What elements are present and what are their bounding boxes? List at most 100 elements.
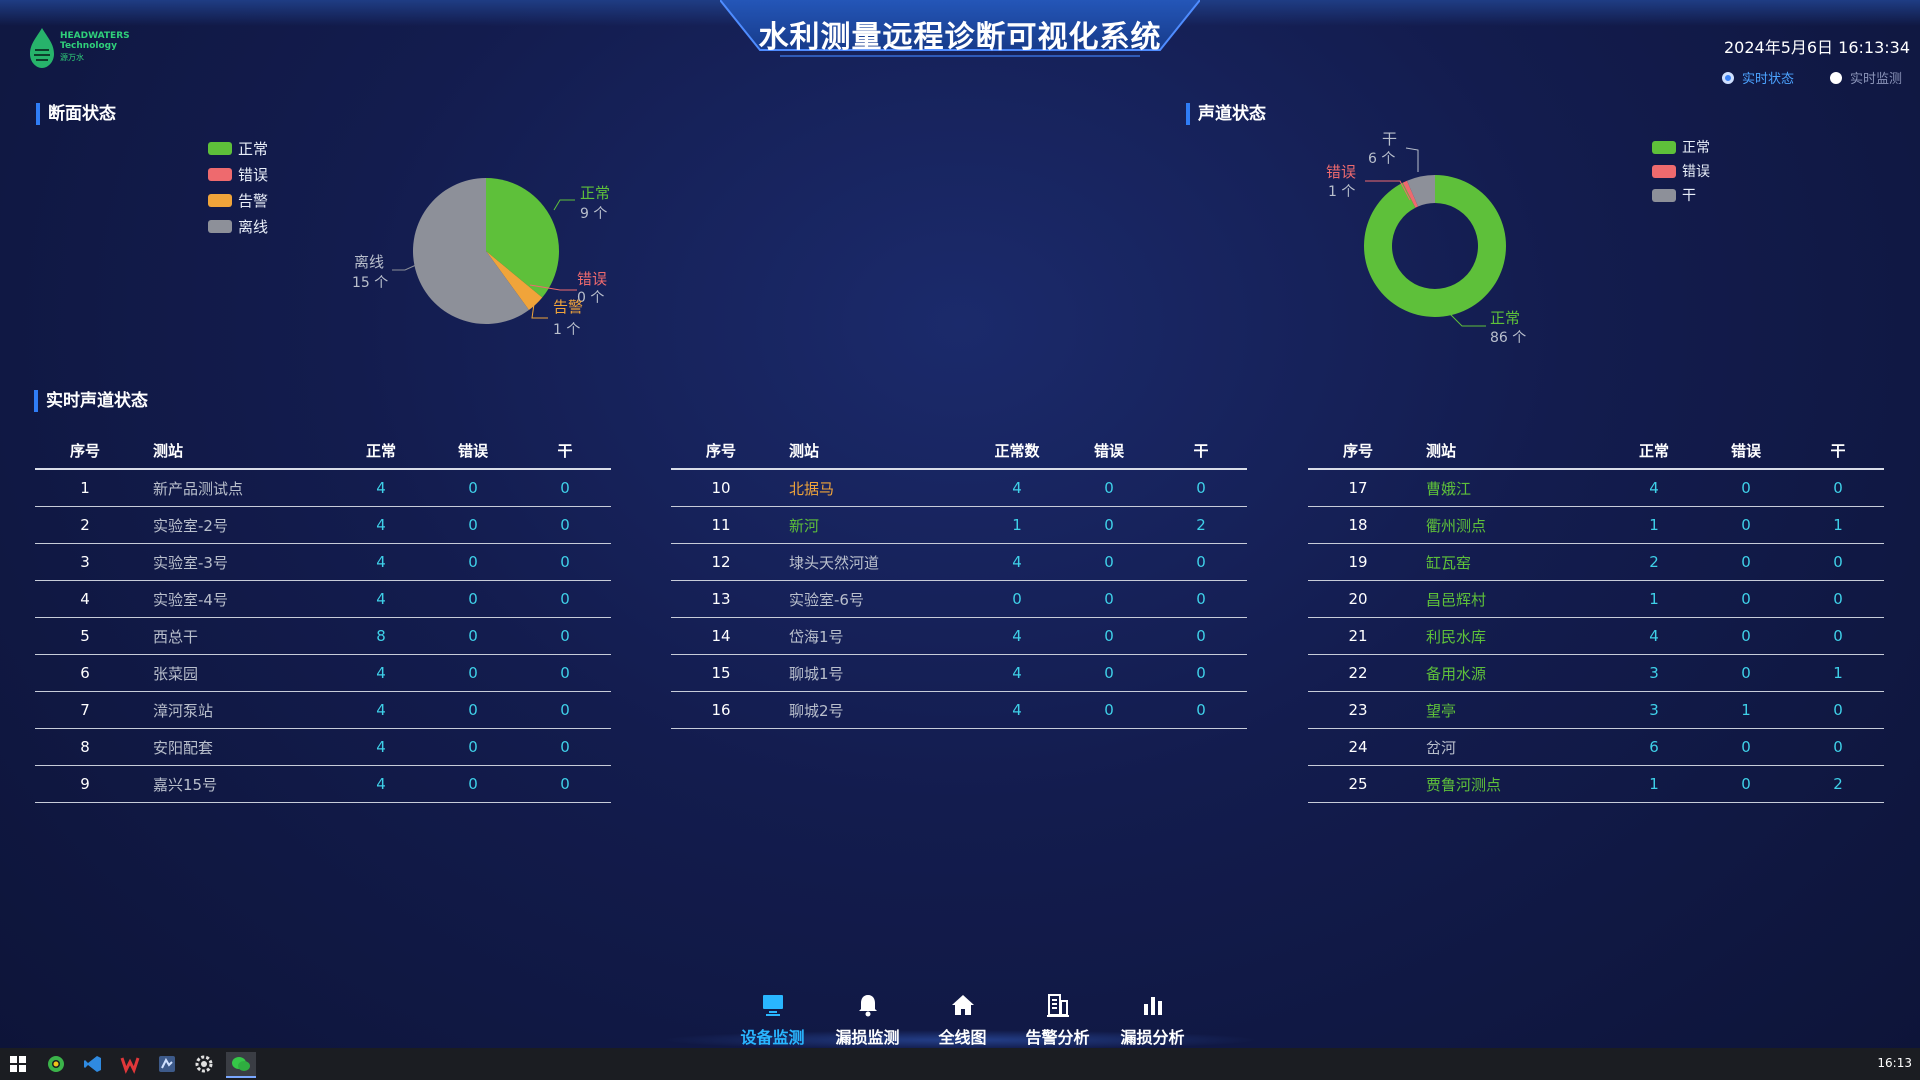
station-name: 埭头天然河道: [771, 543, 971, 581]
dry-count: 0: [1155, 654, 1247, 692]
legend-item[interactable]: 离线: [208, 213, 268, 239]
donut-label-error-count: 1 个: [1328, 184, 1355, 200]
error-count: 0: [1063, 617, 1155, 655]
dry-count: 0: [519, 469, 611, 507]
table-row[interactable]: 19 缸瓦窑 2 0 0: [1308, 543, 1884, 581]
normal-count: 4: [971, 543, 1063, 581]
normal-count: 1: [971, 506, 1063, 544]
table-row[interactable]: 9 嘉兴15号 4 0 0: [35, 765, 611, 803]
normal-count: 4: [335, 728, 427, 766]
table-row[interactable]: 18 衢州测点 1 0 1: [1308, 506, 1884, 544]
row-index: 22: [1308, 654, 1408, 692]
table-row[interactable]: 4 实验室-4号 4 0 0: [35, 580, 611, 618]
table-row[interactable]: 5 西总干 8 0 0: [35, 617, 611, 655]
legend-label: 正常: [238, 139, 269, 158]
bell-icon: [858, 995, 877, 1017]
company-logo: HEADWATERS Technology 源万水: [26, 26, 146, 70]
station-name: 漳河泵站: [135, 691, 335, 729]
table-row[interactable]: 23 望亭 3 1 0: [1308, 691, 1884, 729]
table-row[interactable]: 14 岱海1号 4 0 0: [671, 617, 1247, 655]
table-row[interactable]: 13 实验室-6号 0 0 0: [671, 580, 1247, 618]
station-name: 利民水库: [1408, 617, 1608, 655]
normal-count: 0: [971, 580, 1063, 618]
wps-icon[interactable]: [118, 1052, 142, 1076]
pie-label-warn: 告警: [553, 298, 583, 316]
legend-item[interactable]: 错误: [1652, 159, 1710, 183]
legend-label: 错误: [1682, 164, 1710, 180]
table-row[interactable]: 22 备用水源 3 0 1: [1308, 654, 1884, 692]
vscode-icon[interactable]: [81, 1052, 105, 1076]
table-row[interactable]: 21 利民水库 4 0 0: [1308, 617, 1884, 655]
dry-count: 0: [519, 580, 611, 618]
dry-count: 0: [519, 543, 611, 581]
normal-count: 4: [971, 691, 1063, 729]
normal-count: 4: [971, 654, 1063, 692]
browser-icon[interactable]: [44, 1052, 68, 1076]
wechat-icon[interactable]: [226, 1052, 256, 1078]
table-row[interactable]: 2 实验室-2号 4 0 0: [35, 506, 611, 544]
legend-item[interactable]: 正常: [1652, 135, 1710, 159]
table-row[interactable]: 10 北据马 4 0 0: [671, 469, 1247, 507]
station-name: 嘉兴15号: [135, 765, 335, 803]
windows-start-icon[interactable]: [6, 1052, 30, 1076]
row-index: 12: [671, 543, 771, 581]
radio-realtime-monitor[interactable]: 实时监测: [1829, 68, 1902, 87]
normal-count: 4: [971, 469, 1063, 507]
legend-item[interactable]: 干: [1652, 183, 1710, 207]
dry-count: 2: [1792, 765, 1884, 803]
table-row[interactable]: 16 聊城2号 4 0 0: [671, 691, 1247, 729]
nav-device-monitor[interactable]: 设备监测: [725, 992, 820, 1048]
normal-count: 4: [335, 691, 427, 729]
legend-label: 告警: [238, 191, 269, 210]
table-row[interactable]: 1 新产品测试点 4 0 0: [35, 469, 611, 507]
nav-leak-analysis[interactable]: 漏损分析: [1105, 992, 1200, 1048]
nav-alarm-analysis[interactable]: 告警分析: [1010, 992, 1105, 1048]
table-row[interactable]: 24 岔河 6 0 0: [1308, 728, 1884, 766]
donut-leader-line: [1405, 147, 1419, 172]
dry-count: 0: [519, 728, 611, 766]
error-count: 0: [1063, 469, 1155, 507]
table-row[interactable]: 6 张菜园 4 0 0: [35, 654, 611, 692]
table-row[interactable]: 11 新河 1 0 2: [671, 506, 1247, 544]
error-count: 0: [1700, 543, 1792, 581]
logo-text: 源万水: [60, 53, 84, 62]
table-row[interactable]: 15 聊城1号 4 0 0: [671, 654, 1247, 692]
settings-icon[interactable]: [192, 1052, 216, 1076]
nav-leak-monitor[interactable]: 漏损监测: [820, 992, 915, 1048]
channel-status-donut-chart: 干 6 个 错误 1 个 正常 86 个: [1326, 130, 1526, 346]
nav-full-line-map[interactable]: 全线图: [915, 992, 1010, 1048]
row-index: 6: [35, 654, 135, 692]
table-row[interactable]: 7 漳河泵站 4 0 0: [35, 691, 611, 729]
table-row[interactable]: 3 实验室-3号 4 0 0: [35, 543, 611, 581]
dry-count: 0: [519, 506, 611, 544]
legend-item[interactable]: 告警: [208, 187, 268, 213]
table-row[interactable]: 12 埭头天然河道 4 0 0: [671, 543, 1247, 581]
normal-count: 4: [1608, 469, 1700, 507]
table-row[interactable]: 17 曹娥江 4 0 0: [1308, 469, 1884, 507]
station-name: 张菜园: [135, 654, 335, 692]
section-status-legend: 正常 错误 告警 离线: [208, 135, 268, 239]
donut-label-dry: 干: [1382, 130, 1397, 148]
view-toggle: 实时状态 实时监测: [1721, 68, 1902, 87]
table-row[interactable]: 25 贾鲁河测点 1 0 2: [1308, 765, 1884, 803]
table-row[interactable]: 20 昌邑辉村 1 0 0: [1308, 580, 1884, 618]
donut-leader-line: [1449, 313, 1486, 327]
station-name: 实验室-2号: [135, 506, 335, 544]
radio-realtime-status[interactable]: 实时状态: [1721, 68, 1794, 87]
error-count: 0: [1063, 543, 1155, 581]
station-name: 昌邑辉村: [1408, 580, 1608, 618]
error-count: 0: [1700, 765, 1792, 803]
normal-count: 8: [335, 617, 427, 655]
station-name: 备用水源: [1408, 654, 1608, 692]
column-header: 序号: [35, 432, 135, 470]
app-icon[interactable]: [155, 1052, 179, 1076]
legend-item[interactable]: 正常: [208, 135, 268, 161]
column-header: 错误: [1700, 432, 1792, 470]
station-name: 新产品测试点: [135, 469, 335, 507]
legend-item[interactable]: 错误: [208, 161, 268, 187]
station-name: 聊城1号: [771, 654, 971, 692]
dry-count: 0: [1792, 543, 1884, 581]
channel-status-legend: 正常 错误 干: [1652, 135, 1710, 207]
table-row[interactable]: 8 安阳配套 4 0 0: [35, 728, 611, 766]
dry-count: 2: [1155, 506, 1247, 544]
